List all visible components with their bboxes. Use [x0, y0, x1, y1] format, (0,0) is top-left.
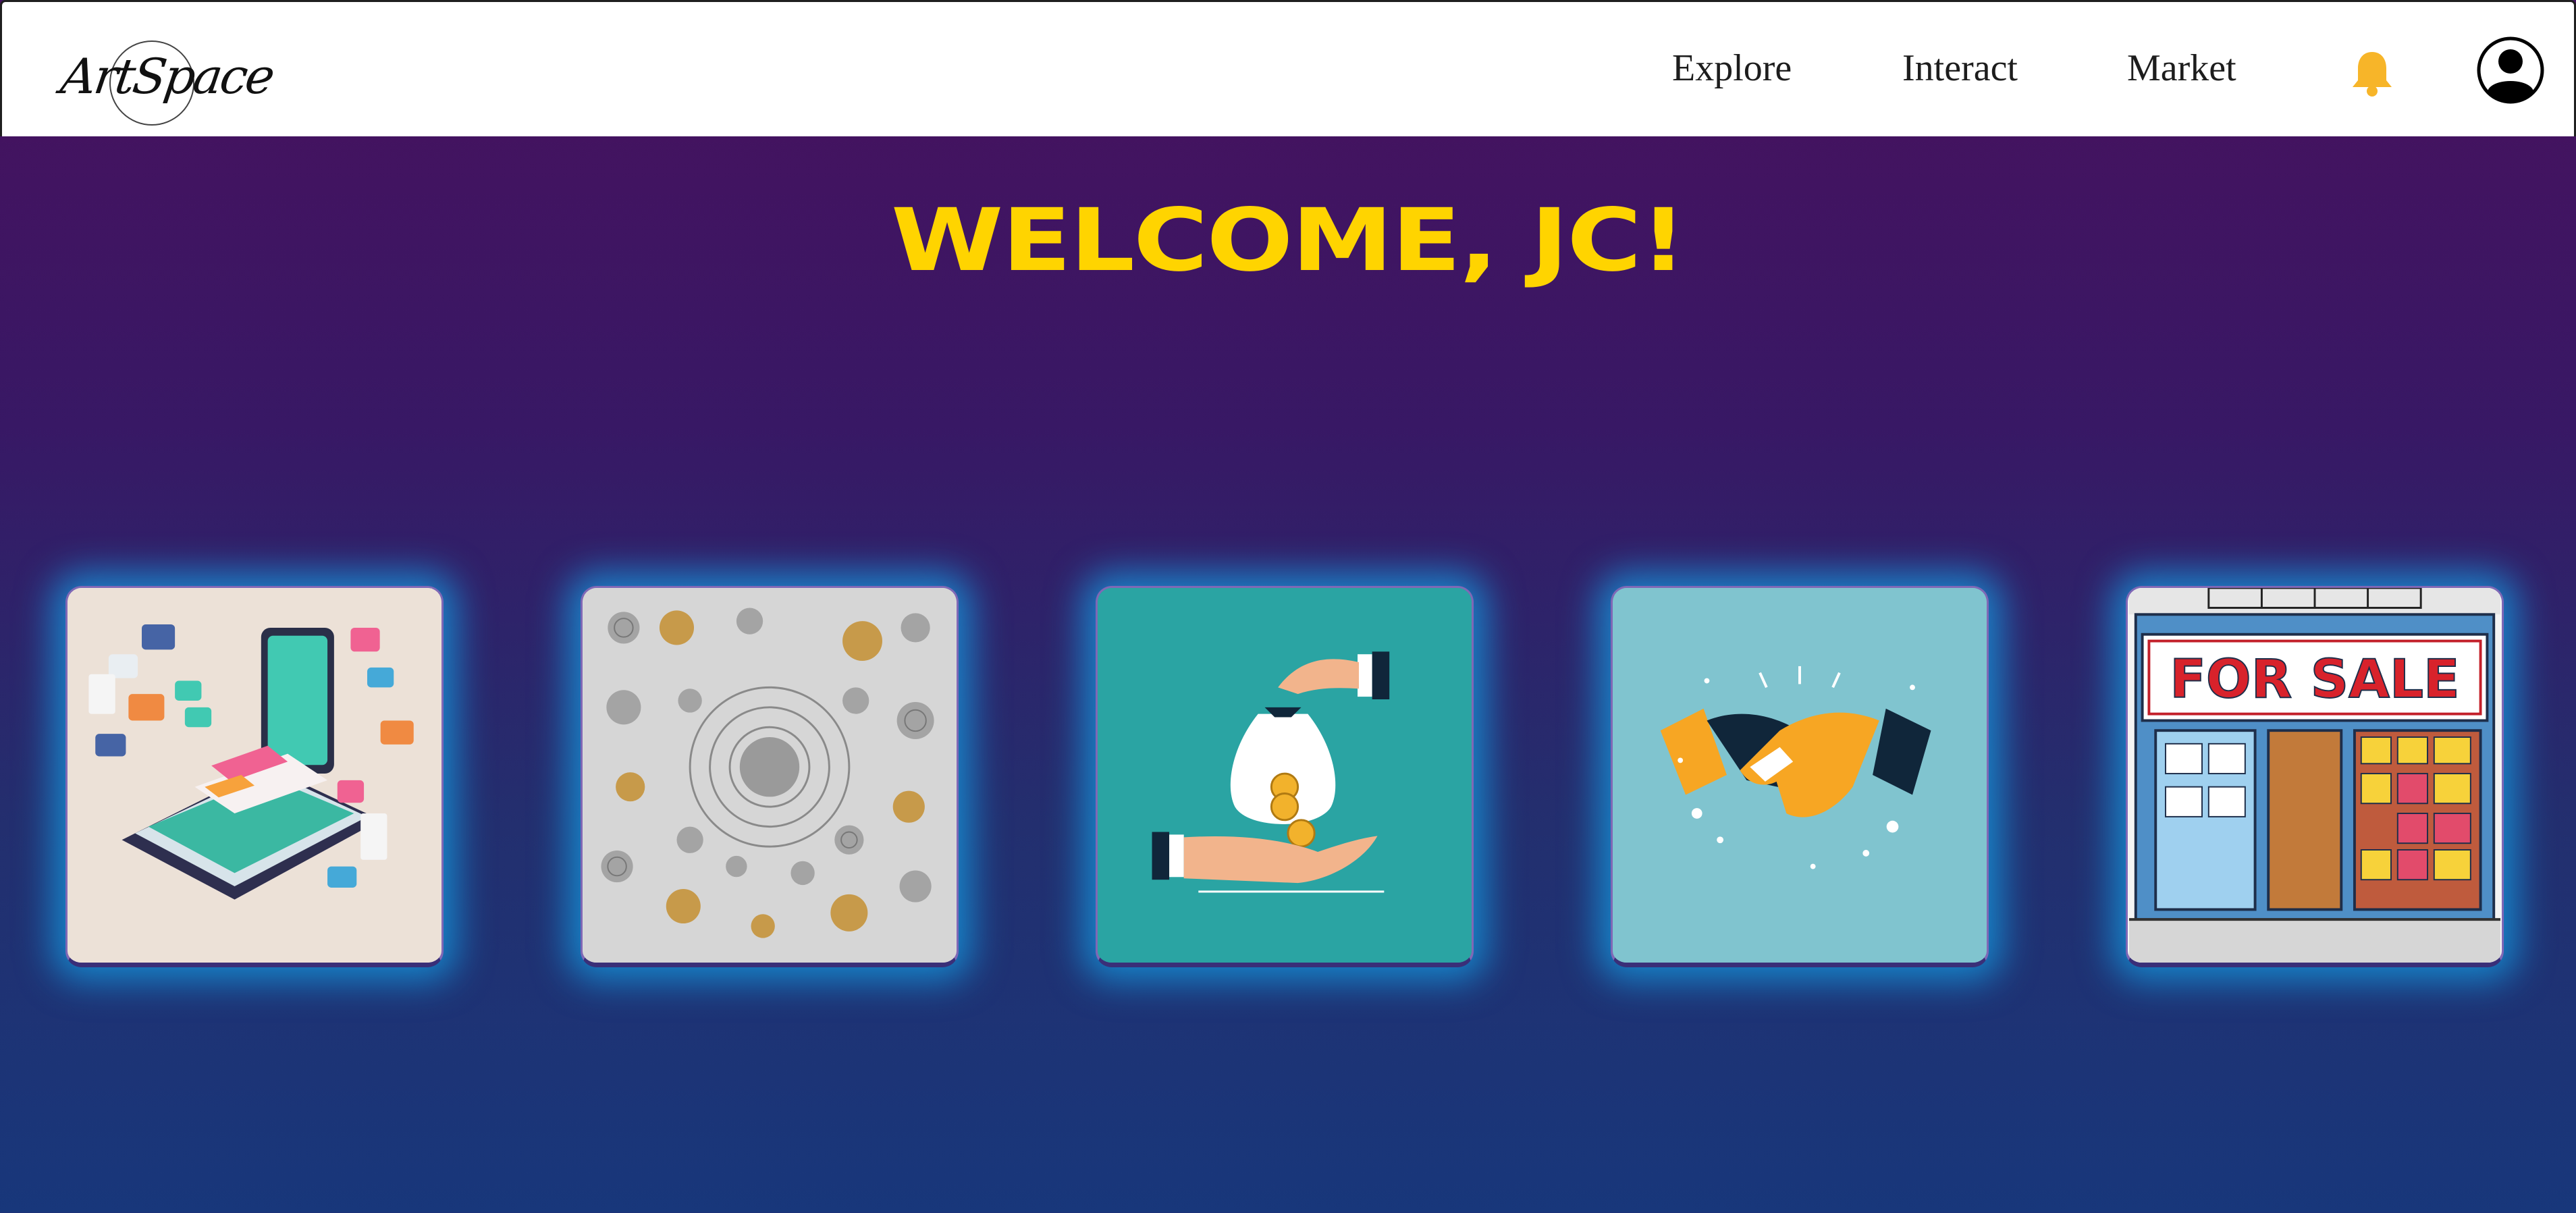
card-handshake[interactable] [1611, 586, 1989, 967]
nav-explore-link[interactable]: Explore [1672, 47, 1792, 90]
phone-messages-illustration [68, 588, 441, 963]
ornamental-pattern-illustration [583, 588, 956, 963]
bell-icon[interactable] [2350, 49, 2394, 98]
welcome-heading: WELCOME, JC! [890, 190, 1687, 291]
card-phone-messages[interactable] [65, 586, 444, 967]
for-sale-sign-text: FOR SALE [2170, 648, 2460, 710]
card-for-sale-storefront[interactable]: FOR SALE [2126, 586, 2504, 967]
artspace-logo[interactable]: ArtSpace [56, 16, 277, 127]
card-money-bag[interactable] [1096, 586, 1474, 967]
logo-text: ArtSpace [57, 48, 277, 105]
money-bag-hands-illustration [1098, 588, 1471, 963]
handshake-illustration [1613, 588, 1986, 963]
nav-interact-link[interactable]: Interact [1902, 47, 2018, 90]
card-ornamental-pattern[interactable] [581, 586, 959, 967]
profile-avatar-icon[interactable] [2476, 36, 2545, 105]
for-sale-storefront-illustration: FOR SALE [2128, 588, 2501, 963]
top-navbar: ArtSpace Explore Interact Market [0, 0, 2576, 136]
nav-market-link[interactable]: Market [2127, 47, 2236, 90]
